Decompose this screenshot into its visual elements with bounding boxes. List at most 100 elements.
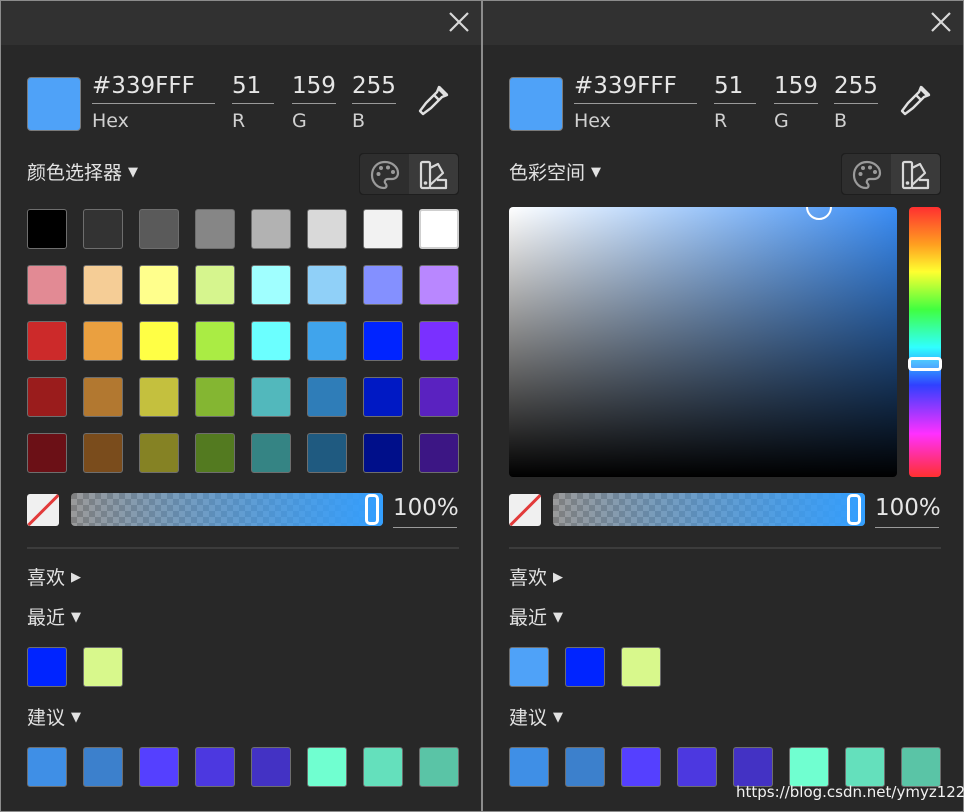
saturation-brightness-field[interactable] — [509, 207, 897, 477]
palette-swatch[interactable] — [27, 265, 67, 305]
palette-swatch[interactable] — [27, 209, 67, 249]
suggested-swatch[interactable] — [307, 747, 347, 787]
palette-swatch[interactable] — [83, 265, 123, 305]
palette-swatch[interactable] — [251, 265, 291, 305]
green-input[interactable]: 159 — [292, 71, 336, 104]
palette-swatch[interactable] — [139, 433, 179, 473]
palette-swatch[interactable] — [139, 209, 179, 249]
mode-dropdown[interactable]: 颜色选择器 ▼ — [27, 161, 138, 185]
recent-swatch[interactable] — [565, 647, 605, 687]
palette-swatch[interactable] — [139, 265, 179, 305]
red-input[interactable]: 51 — [232, 71, 274, 104]
palette-mode-button[interactable] — [842, 154, 891, 194]
close-button[interactable] — [447, 10, 471, 34]
suggested-swatch[interactable] — [733, 747, 773, 787]
palette-swatch[interactable] — [83, 377, 123, 417]
palette-swatch[interactable] — [251, 377, 291, 417]
palette-swatch[interactable] — [27, 377, 67, 417]
favorites-header[interactable]: 喜欢 ▶ — [27, 566, 81, 590]
blue-input[interactable]: 255 — [352, 71, 396, 104]
suggested-swatch[interactable] — [621, 747, 661, 787]
blue-field: 255 B — [352, 71, 396, 133]
palette-swatch[interactable] — [83, 433, 123, 473]
suggested-swatch[interactable] — [789, 747, 829, 787]
palette-swatch[interactable] — [363, 209, 403, 249]
eyedropper-button[interactable] — [415, 83, 451, 119]
recent-swatch[interactable] — [83, 647, 123, 687]
palette-swatch[interactable] — [419, 377, 459, 417]
palette-swatch[interactable] — [363, 321, 403, 361]
palette-swatch[interactable] — [27, 321, 67, 361]
suggested-swatch[interactable] — [83, 747, 123, 787]
recent-swatch[interactable] — [621, 647, 661, 687]
palette-swatch[interactable] — [195, 433, 235, 473]
opacity-handle[interactable] — [847, 494, 861, 525]
green-input[interactable]: 159 — [774, 71, 818, 104]
suggested-swatch[interactable] — [509, 747, 549, 787]
swatch-mode-button[interactable] — [409, 154, 458, 194]
close-button[interactable] — [929, 10, 953, 34]
recent-header[interactable]: 最近 ▼ — [27, 606, 81, 630]
suggest-header[interactable]: 建议 ▼ — [27, 706, 81, 730]
palette-swatch[interactable] — [139, 377, 179, 417]
red-input[interactable]: 51 — [714, 71, 756, 104]
swatch-mode-button[interactable] — [891, 154, 940, 194]
opacity-handle[interactable] — [365, 494, 379, 525]
hex-input[interactable]: #339FFF — [92, 71, 215, 104]
palette-mode-button[interactable] — [360, 154, 409, 194]
current-color-swatch[interactable] — [509, 77, 563, 131]
suggested-swatch[interactable] — [27, 747, 67, 787]
palette-swatch[interactable] — [195, 265, 235, 305]
saturation-cursor[interactable] — [806, 207, 833, 220]
palette-swatch[interactable] — [83, 321, 123, 361]
palette-swatch[interactable] — [307, 321, 347, 361]
suggested-swatch[interactable] — [363, 747, 403, 787]
opacity-input[interactable]: 100% — [875, 492, 941, 528]
palette-swatch[interactable] — [307, 265, 347, 305]
hue-slider[interactable] — [908, 207, 942, 477]
palette-swatch[interactable] — [307, 377, 347, 417]
eyedropper-button[interactable] — [897, 83, 933, 119]
mode-dropdown[interactable]: 色彩空间 ▼ — [509, 161, 601, 185]
palette-swatch[interactable] — [419, 265, 459, 305]
suggested-swatch[interactable] — [845, 747, 885, 787]
palette-swatch[interactable] — [83, 209, 123, 249]
no-color-button[interactable] — [27, 494, 59, 526]
suggest-header[interactable]: 建议 ▼ — [509, 706, 563, 730]
palette-swatch[interactable] — [251, 321, 291, 361]
suggested-swatch[interactable] — [677, 747, 717, 787]
palette-swatch[interactable] — [363, 265, 403, 305]
suggested-swatch[interactable] — [565, 747, 605, 787]
palette-swatch[interactable] — [363, 377, 403, 417]
palette-swatch[interactable] — [195, 321, 235, 361]
opacity-slider[interactable] — [553, 493, 865, 526]
palette-swatch[interactable] — [419, 433, 459, 473]
suggested-swatch[interactable] — [195, 747, 235, 787]
recent-swatch[interactable] — [27, 647, 67, 687]
opacity-slider[interactable] — [71, 493, 383, 526]
palette-swatch[interactable] — [307, 209, 347, 249]
current-color-swatch[interactable] — [27, 77, 81, 131]
recent-header[interactable]: 最近 ▼ — [509, 606, 563, 630]
suggested-swatch[interactable] — [251, 747, 291, 787]
palette-swatch[interactable] — [419, 321, 459, 361]
no-color-button[interactable] — [509, 494, 541, 526]
palette-swatch[interactable] — [195, 377, 235, 417]
palette-swatch[interactable] — [195, 209, 235, 249]
palette-swatch[interactable] — [363, 433, 403, 473]
palette-swatch[interactable] — [251, 433, 291, 473]
hex-input[interactable]: #339FFF — [574, 71, 697, 104]
suggested-swatch[interactable] — [419, 747, 459, 787]
suggested-swatch[interactable] — [139, 747, 179, 787]
palette-swatch[interactable] — [139, 321, 179, 361]
blue-input[interactable]: 255 — [834, 71, 878, 104]
palette-swatch[interactable] — [307, 433, 347, 473]
recent-swatch[interactable] — [509, 647, 549, 687]
palette-swatch[interactable] — [419, 209, 459, 249]
palette-swatch[interactable] — [251, 209, 291, 249]
opacity-input[interactable]: 100% — [393, 492, 459, 528]
palette-swatch[interactable] — [27, 433, 67, 473]
suggested-swatch[interactable] — [901, 747, 941, 787]
hue-handle[interactable] — [908, 356, 942, 371]
favorites-header[interactable]: 喜欢 ▶ — [509, 566, 563, 590]
